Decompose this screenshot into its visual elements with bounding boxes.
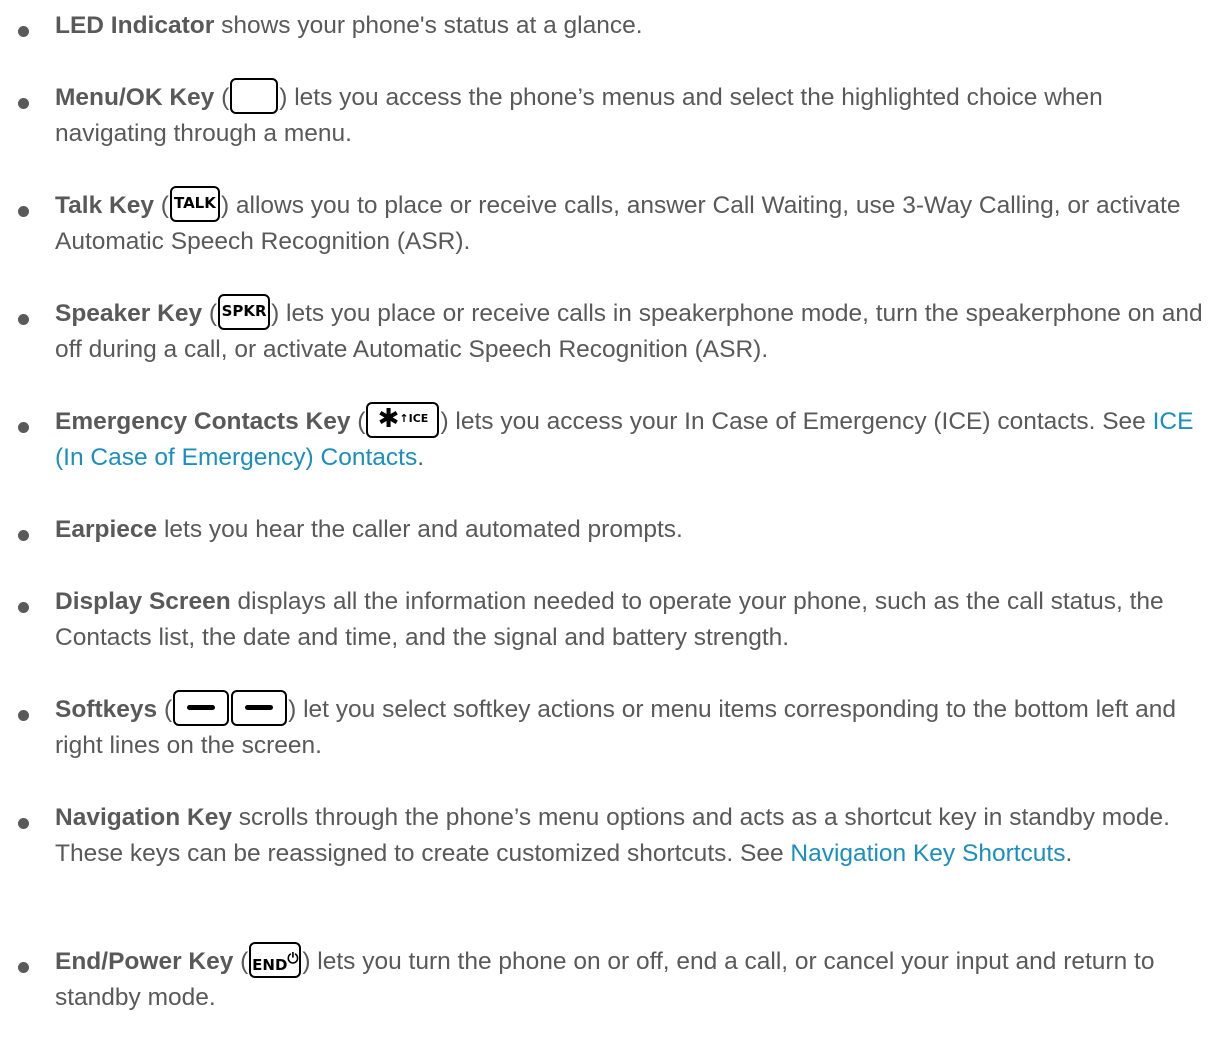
list-item-text: LED Indicator shows your phone's status …	[55, 8, 1205, 44]
navigation-key-shortcuts-link[interactable]: Navigation Key Shortcuts	[790, 840, 1065, 867]
ice-key-icon: ✱↑ICE	[366, 401, 440, 438]
document-page: LED Indicator shows your phone's status …	[0, 0, 1212, 1063]
list-item-text: Emergency Contacts Key (✱↑ICE) lets you …	[55, 401, 1205, 476]
paren-open: (	[153, 192, 169, 219]
bullet-icon	[18, 98, 29, 109]
bullet-icon	[18, 314, 29, 325]
bullet-icon	[18, 26, 29, 37]
list-item-text: End/Power Key (END⏻) lets you turn the p…	[55, 941, 1205, 1016]
list-item-text: Talk Key (TALK) allows you to place or r…	[55, 185, 1205, 260]
menu-ok-key-icon	[230, 77, 279, 114]
paren-open: (	[214, 84, 230, 111]
description-end: .	[1065, 840, 1073, 867]
paren-open: (	[350, 408, 366, 435]
list-item-text: Navigation Key scrolls through the phone…	[55, 800, 1205, 872]
bullet-icon	[18, 206, 29, 217]
end-power-key-icon: END⏻	[249, 941, 302, 978]
term-label: Navigation Key	[55, 804, 232, 831]
bullet-icon	[18, 710, 29, 721]
ice-key-label: ↑ICE	[399, 411, 429, 425]
power-icon: ⏻	[287, 950, 299, 967]
description: ) allows you to place or receive calls, …	[55, 192, 1181, 255]
term-label: Talk Key	[55, 192, 154, 219]
paren-open: (	[202, 300, 218, 327]
bullet-icon	[18, 602, 29, 613]
list-item-text: Softkeys () let you select softkey actio…	[55, 689, 1205, 764]
left-softkey-icon	[173, 689, 230, 726]
term-label: Display Screen	[55, 588, 231, 615]
list-item-text: Speaker Key (SPKR) lets you place or rec…	[55, 293, 1205, 368]
bullet-icon	[18, 530, 29, 541]
term-label: Earpiece	[55, 516, 158, 543]
term-label: End/Power Key	[55, 948, 234, 975]
paren-open: (	[157, 696, 173, 723]
term-label: Speaker Key	[55, 300, 203, 327]
list-item-text: Menu/OK Key () lets you access the phone…	[55, 77, 1205, 152]
description: shows your phone's status at a glance.	[214, 12, 643, 39]
bullet-icon	[18, 422, 29, 433]
bullet-icon	[18, 962, 29, 973]
list-item-text: Earpiece lets you hear the caller and au…	[55, 512, 1205, 548]
term-label: Menu/OK Key	[55, 84, 215, 111]
term-label: Emergency Contacts Key	[55, 408, 351, 435]
paren-open: (	[233, 948, 249, 975]
description-end: .	[417, 444, 425, 471]
list-item-text: Display Screen displays all the informat…	[55, 584, 1205, 656]
speaker-key-icon: SPKR	[218, 293, 271, 330]
end-key-label: END	[252, 955, 288, 974]
description: ) lets you access your In Case of Emerge…	[440, 408, 1153, 435]
term-label: Softkeys	[55, 696, 158, 723]
term-label: LED Indicator	[55, 12, 215, 39]
star-icon: ✱	[377, 403, 400, 434]
description: lets you hear the caller and automated p…	[157, 516, 683, 543]
bullet-icon	[18, 818, 29, 829]
talk-key-icon: TALK	[169, 185, 220, 222]
right-softkey-icon	[231, 689, 288, 726]
